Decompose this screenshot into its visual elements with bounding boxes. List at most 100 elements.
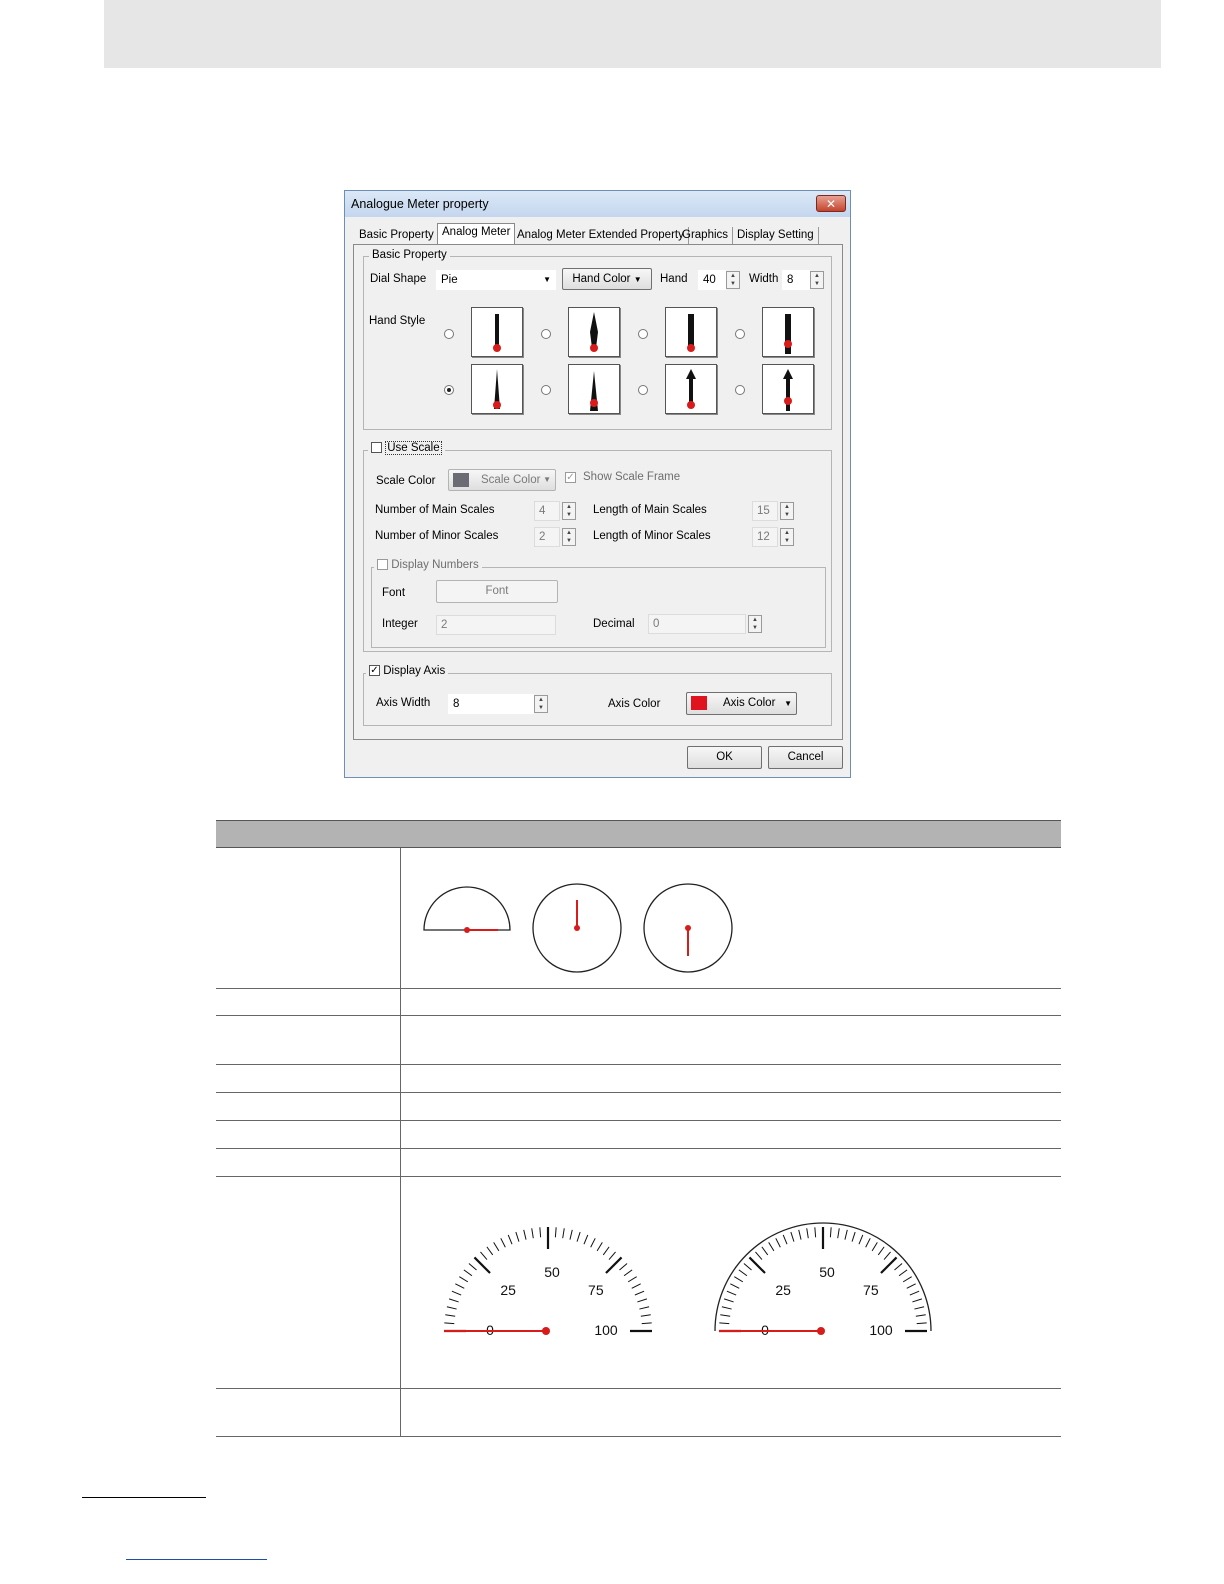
hand-style-preview-4[interactable] [762, 307, 814, 357]
minor-tick [775, 1238, 781, 1248]
decimal-spinner[interactable]: ▲ ▼ [748, 615, 762, 633]
length-main-scales-input[interactable]: 15 [752, 501, 778, 521]
use-scale-legend: Use Scale [368, 441, 445, 455]
minor-scales-spinner[interactable]: ▲ ▼ [562, 528, 576, 546]
close-button[interactable]: ✕ [816, 195, 846, 212]
hand-style-label: Hand Style [369, 315, 426, 327]
minor-tick [448, 1298, 459, 1303]
hand-style-preview-1[interactable] [471, 307, 523, 357]
hand-style-preview-7[interactable] [665, 364, 717, 414]
minor-tick [623, 1269, 633, 1277]
minor-tick [798, 1229, 802, 1240]
cancel-button[interactable]: Cancel [768, 746, 843, 769]
minor-tick [596, 1242, 603, 1252]
length-main-scales-label: Length of Main Scales [593, 504, 707, 516]
main-scales-input[interactable]: 4 [534, 501, 560, 521]
display-numbers-checkbox[interactable] [377, 559, 388, 571]
chevron-down-icon: ▼ [543, 475, 551, 484]
scale-label: 25 [500, 1282, 516, 1298]
minor-tick [721, 1306, 732, 1310]
hand-length-spinner[interactable]: ▲ ▼ [726, 271, 740, 289]
tab-display-setting[interactable]: Display Setting [733, 227, 819, 244]
display-numbers-legend: Display Numbers [374, 559, 482, 571]
display-numbers-group: Display Numbers Font Font Integer 2 Deci… [371, 559, 826, 648]
hand-style-radio-7[interactable] [638, 385, 648, 395]
minor-tick [493, 1242, 500, 1252]
hand-style-radio-3[interactable] [638, 329, 648, 339]
minor-tick [906, 1283, 916, 1289]
show-scale-frame-checkbox[interactable]: ✓ [565, 472, 576, 483]
minor-tick [768, 1242, 775, 1252]
meter-with-frame: 0255075100 [714, 1222, 932, 1338]
table-bottom-rule [216, 1436, 1061, 1437]
hand-style-radio-8[interactable] [735, 385, 745, 395]
hand-style-radio-5[interactable] [444, 385, 454, 395]
major-tick [748, 1256, 766, 1274]
tab-analog-meter[interactable]: Analog Meter [437, 223, 516, 246]
hand-style-radio-2[interactable] [541, 329, 551, 339]
minor-tick [500, 1238, 506, 1248]
hand-style-radio-1[interactable] [444, 329, 454, 339]
show-scale-frame-label: Show Scale Frame [583, 471, 681, 483]
hand-style-radio-6[interactable] [541, 385, 551, 395]
minor-tick [631, 1283, 641, 1289]
minor-tick [909, 1290, 920, 1296]
minor-tick [851, 1231, 856, 1242]
scale-color-swatch [453, 473, 469, 487]
minor-tick [480, 1251, 488, 1260]
width-input[interactable]: 8 [782, 270, 810, 290]
table-row-divider [216, 1064, 1061, 1065]
width-spinner[interactable]: ▲ ▼ [810, 271, 824, 289]
minor-tick [902, 1276, 912, 1283]
minor-tick [507, 1234, 513, 1245]
minor-tick [720, 1314, 731, 1317]
display-axis-checkbox[interactable]: ✓ [369, 665, 380, 677]
length-minor-scales-spinner[interactable]: ▲ ▼ [780, 528, 794, 546]
font-label: Font [382, 587, 406, 599]
hand-style-preview-5[interactable] [471, 364, 523, 414]
hand-style-preview-3[interactable] [665, 307, 717, 357]
decimal-input[interactable]: 0 [648, 614, 746, 634]
circle-dial-illustration [643, 883, 733, 973]
main-scales-spinner[interactable]: ▲ ▼ [562, 502, 576, 520]
tab-analog-meter-extended[interactable]: Analog Meter Extended Property [513, 227, 689, 244]
minor-tick [723, 1298, 734, 1303]
hand-length-input[interactable]: 40 [698, 270, 726, 290]
hand-style-preview-2[interactable] [568, 307, 620, 357]
axis-width-input[interactable]: 8 [448, 694, 534, 714]
minor-tick [894, 1263, 903, 1271]
arrow-needle-icon [686, 369, 696, 409]
scale-color-button[interactable]: Scale Color ▼ [448, 469, 556, 491]
integer-input[interactable]: 2 [436, 615, 556, 635]
minor-tick [446, 1306, 457, 1310]
use-scale-checkbox[interactable] [371, 442, 382, 454]
tab-graphics[interactable]: Graphics [678, 227, 734, 244]
scale-color-label: Scale Color [376, 475, 436, 487]
display-axis-label: Display Axis [383, 665, 446, 677]
minor-tick [590, 1238, 596, 1248]
length-minor-scales-input[interactable]: 12 [752, 527, 778, 547]
minor-tick [459, 1276, 469, 1283]
table-row-divider [216, 1176, 1061, 1177]
dial-shape-select[interactable]: Pie ▼ [436, 270, 556, 290]
ok-button[interactable]: OK [687, 746, 762, 769]
hand-style-radio-4[interactable] [735, 329, 745, 339]
length-main-scales-spinner[interactable]: ▲ ▼ [780, 502, 794, 520]
minor-tick [790, 1231, 795, 1242]
font-button[interactable]: Font [436, 580, 558, 603]
circle-dial-illustration [532, 883, 622, 973]
dialog-titlebar: Analogue Meter property ✕ [345, 191, 850, 217]
scale-label: 100 [869, 1322, 893, 1338]
axis-color-button[interactable]: Axis Color ▼ [686, 692, 797, 715]
minor-tick [806, 1228, 809, 1239]
hand-color-button[interactable]: Hand Color ▼ [562, 268, 652, 290]
table-row-divider [216, 1148, 1061, 1149]
minor-scales-input[interactable]: 2 [534, 527, 560, 547]
hand-style-preview-8[interactable] [762, 364, 814, 414]
minor-tick [639, 1306, 650, 1310]
tab-basic-property[interactable]: Basic Property [355, 227, 439, 244]
scale-label: 50 [819, 1264, 835, 1280]
hand-style-preview-6[interactable] [568, 364, 620, 414]
axis-width-spinner[interactable]: ▲ ▼ [534, 695, 548, 713]
major-tick [605, 1256, 623, 1274]
